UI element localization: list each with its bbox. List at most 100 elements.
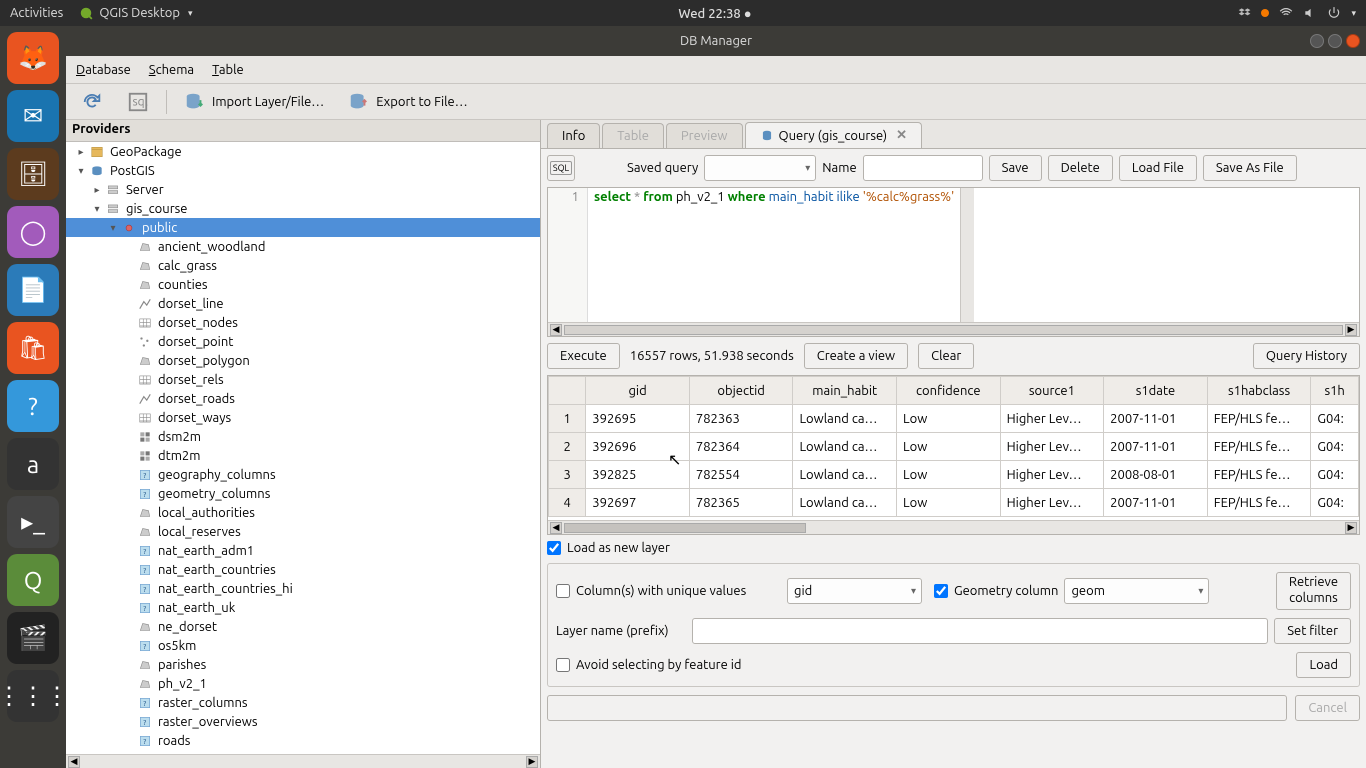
table-row[interactable]: 3392825782554Lowland ca…LowHigher Lev…20… — [549, 461, 1359, 489]
delete-query-button[interactable]: Delete — [1048, 155, 1113, 181]
close-button[interactable] — [1346, 34, 1360, 48]
results-table[interactable]: gidobjectidmain_habitconfidencesource1s1… — [548, 376, 1359, 520]
tree-row[interactable]: ne_dorset — [66, 617, 540, 636]
tree-row[interactable]: dorset_polygon — [66, 351, 540, 370]
tree-h-scrollbar[interactable]: ◀ ▶ — [66, 754, 540, 768]
launcher-help[interactable]: ? — [7, 380, 59, 432]
tree-row[interactable]: ▸Server — [66, 180, 540, 199]
refresh-button[interactable] — [74, 87, 110, 117]
geometry-column-select[interactable]: geom — [1064, 578, 1209, 604]
launcher-amazon[interactable]: a — [7, 438, 59, 490]
launcher-software[interactable]: 🛍 — [7, 322, 59, 374]
results-h-scrollbar[interactable]: ◀▶ — [548, 520, 1359, 534]
active-app-menu[interactable]: QGIS Desktop ▾ — [79, 6, 192, 20]
launcher-thunderbird[interactable]: ✉ — [7, 90, 59, 142]
tree-row[interactable]: ?nat_earth_uk — [66, 598, 540, 617]
table-row[interactable]: 2392696782364Lowland ca…LowHigher Lev…20… — [549, 433, 1359, 461]
load-button[interactable]: Load — [1296, 652, 1351, 678]
tree-row[interactable]: ?geography_columns — [66, 465, 540, 484]
tree-row[interactable]: ?nat_earth_countries — [66, 560, 540, 579]
activities[interactable]: Activities — [10, 6, 63, 20]
sql-toggle-button[interactable]: SQL — [547, 155, 575, 181]
scroll-right-icon[interactable]: ▶ — [526, 756, 538, 768]
tab-close-icon[interactable]: ✕ — [896, 128, 907, 143]
tree-row[interactable]: ▾gis_course — [66, 199, 540, 218]
tree-row[interactable]: ?geometry_columns — [66, 484, 540, 503]
avoid-feature-id-checkbox[interactable]: Avoid selecting by feature id — [556, 658, 742, 672]
tree-row[interactable]: ▾PostGIS — [66, 161, 540, 180]
unique-columns-checkbox[interactable]: Column(s) with unique values — [556, 584, 781, 598]
clear-button[interactable]: Clear — [918, 343, 974, 369]
create-view-button[interactable]: Create a view — [804, 343, 908, 369]
tree-row[interactable]: ?raster_overviews — [66, 712, 540, 731]
sql-editor[interactable]: 1 select * from ph_v2_1 where main_habit… — [547, 187, 1360, 337]
table-row[interactable]: 4392697782365Lowland ca…LowHigher Lev…20… — [549, 489, 1359, 517]
save-as-file-button[interactable]: Save As File — [1203, 155, 1297, 181]
execute-button[interactable]: Execute — [547, 343, 620, 369]
query-history-button[interactable]: Query History — [1253, 343, 1360, 369]
geometry-column-checkbox[interactable]: Geometry column — [934, 584, 1058, 598]
tree-row[interactable]: counties — [66, 275, 540, 294]
export-file-button[interactable]: Export to File… — [341, 87, 474, 117]
launcher-qgis[interactable]: Q — [7, 554, 59, 606]
tree-row[interactable]: local_reserves — [66, 522, 540, 541]
tree-row[interactable]: ph_v2_1 — [66, 674, 540, 693]
menu-database[interactable]: Database — [74, 61, 133, 79]
wifi-icon — [1279, 6, 1293, 20]
launcher-unknown-1[interactable]: ◯ — [7, 206, 59, 258]
tree-row[interactable]: ancient_woodland — [66, 237, 540, 256]
table-row[interactable]: 1392695782363Lowland ca…LowHigher Lev…20… — [549, 405, 1359, 433]
tree-row[interactable]: dorset_ways — [66, 408, 540, 427]
tree-row[interactable]: ?roads — [66, 731, 540, 750]
tree-row[interactable]: parishes — [66, 655, 540, 674]
tree-row[interactable]: ?os5km — [66, 636, 540, 655]
saved-query-select[interactable] — [704, 155, 816, 181]
system-tray[interactable]: ▾ — [1237, 6, 1356, 20]
tree-row[interactable]: dsm2m — [66, 427, 540, 446]
tree-row[interactable]: ▾public — [66, 218, 540, 237]
tree-row[interactable]: ?raster_columns — [66, 693, 540, 712]
providers-tree[interactable]: ▸GeoPackage▾PostGIS▸Server▾gis_course▾pu… — [66, 142, 540, 754]
menu-table[interactable]: Table — [210, 61, 246, 79]
tree-row[interactable]: calc_grass — [66, 256, 540, 275]
unique-column-select[interactable]: gid — [787, 578, 922, 604]
tab-query[interactable]: Query (gis_course) ✕ — [745, 122, 922, 148]
launcher-apps[interactable]: ⋮⋮⋮ — [7, 670, 59, 722]
sql-window-button[interactable]: sql — [120, 87, 156, 117]
load-as-new-layer-checkbox[interactable]: Load as new layer — [547, 541, 1360, 555]
svg-text:?: ? — [143, 718, 146, 726]
editor-h-scrollbar[interactable]: ◀▶ — [548, 322, 1359, 336]
tab-info[interactable]: Info — [547, 123, 600, 148]
load-file-button[interactable]: Load File — [1119, 155, 1197, 181]
clock[interactable]: Wed 22:38 ● — [193, 6, 1238, 21]
launcher-files[interactable]: 🗄 — [7, 148, 59, 200]
maximize-button[interactable] — [1328, 34, 1342, 48]
launcher-video[interactable]: 🎬 — [7, 612, 59, 664]
scroll-left-icon[interactable]: ◀ — [68, 756, 80, 768]
launcher-terminal[interactable]: ▸_ — [7, 496, 59, 548]
tree-row[interactable]: dtm2m — [66, 446, 540, 465]
tree-row[interactable]: dorset_rels — [66, 370, 540, 389]
tree-row[interactable]: ?nat_earth_countries_hi — [66, 579, 540, 598]
save-query-button[interactable]: Save — [989, 155, 1042, 181]
tree-row[interactable]: dorset_roads — [66, 389, 540, 408]
menu-schema[interactable]: Schema — [147, 61, 196, 79]
set-filter-button[interactable]: Set filter — [1274, 618, 1351, 644]
tree-row[interactable]: local_authorities — [66, 503, 540, 522]
cancel-button: Cancel — [1295, 695, 1360, 721]
launcher-writer[interactable]: 📄 — [7, 264, 59, 316]
tree-row[interactable]: dorset_point — [66, 332, 540, 351]
import-layer-button[interactable]: Import Layer/File… — [177, 87, 331, 117]
retrieve-columns-button[interactable]: Retrievecolumns — [1276, 572, 1351, 610]
query-name-input[interactable] — [863, 155, 983, 181]
power-icon — [1327, 6, 1341, 20]
layer-name-input[interactable] — [692, 618, 1268, 644]
editor-v-scrollbar[interactable] — [960, 188, 974, 322]
tree-row[interactable]: dorset_line — [66, 294, 540, 313]
tree-row[interactable]: dorset_nodes — [66, 313, 540, 332]
minimize-button[interactable] — [1310, 34, 1324, 48]
launcher-firefox[interactable]: 🦊 — [7, 32, 59, 84]
tree-row[interactable]: ▸GeoPackage — [66, 142, 540, 161]
tree-row[interactable]: ?nat_earth_adm1 — [66, 541, 540, 560]
sql-code[interactable]: select * from ph_v2_1 where main_habit i… — [588, 188, 960, 322]
